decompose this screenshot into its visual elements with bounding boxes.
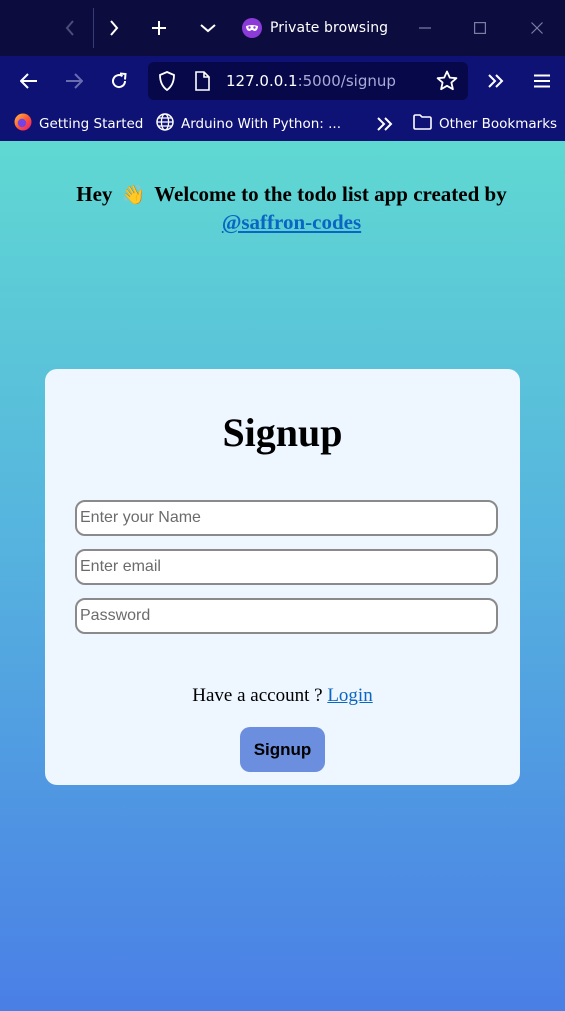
bookmarks-toolbar: Getting Started Arduino With Python: ...… xyxy=(0,106,565,141)
welcome-message: Hey 👋 Welcome to the todo list app creat… xyxy=(0,181,565,236)
bookmark-star-icon[interactable] xyxy=(436,70,458,95)
page-content: Hey 👋 Welcome to the todo list app creat… xyxy=(0,141,565,1011)
waving-hand-icon: 👋 xyxy=(121,184,146,206)
close-icon xyxy=(531,22,543,34)
double-chevron-right-icon xyxy=(488,74,504,88)
hamburger-menu-icon xyxy=(534,74,550,88)
arrow-left-icon xyxy=(20,73,37,89)
private-mask-icon xyxy=(242,18,262,38)
close-window-button[interactable] xyxy=(522,0,552,56)
minimize-button[interactable] xyxy=(410,0,440,56)
app-menu-button[interactable] xyxy=(523,56,561,106)
bookmarks-overflow-button[interactable] xyxy=(376,112,394,136)
url-path: :5000/signup xyxy=(297,72,396,90)
email-input[interactable] xyxy=(75,549,498,585)
reload-button[interactable] xyxy=(100,56,138,106)
arrow-right-icon xyxy=(66,73,83,89)
chevron-down-icon xyxy=(200,24,216,33)
url-text[interactable]: 127.0.0.1:5000/signup xyxy=(226,72,396,90)
author-link[interactable]: @saffron-codes xyxy=(222,210,361,234)
password-input[interactable] xyxy=(75,598,498,634)
have-account-text: Have a account ? xyxy=(192,685,323,706)
page-info-icon[interactable] xyxy=(194,71,210,95)
tab-scroll-left-button[interactable] xyxy=(52,0,88,56)
tab-scroll-right-button[interactable] xyxy=(98,0,130,56)
private-browsing-indicator: Private browsing xyxy=(242,17,388,39)
welcome-prefix: Hey xyxy=(76,182,113,206)
back-button[interactable] xyxy=(10,56,48,106)
bookmark-label: Getting Started xyxy=(39,116,144,132)
more-tools-button[interactable] xyxy=(477,56,515,106)
signup-button[interactable]: Signup xyxy=(240,727,325,772)
plus-icon xyxy=(152,21,166,35)
reload-icon xyxy=(112,72,127,89)
welcome-text: Welcome to the todo list app created by xyxy=(154,182,507,206)
globe-icon xyxy=(156,113,174,135)
signup-title: Signup xyxy=(222,410,343,455)
navigation-toolbar: 127.0.0.1:5000/signup xyxy=(0,56,565,106)
bookmark-label: Arduino With Python: ... xyxy=(181,116,341,132)
other-bookmarks-folder[interactable]: Other Bookmarks xyxy=(413,112,557,136)
name-input[interactable] xyxy=(75,500,498,536)
double-chevron-right-icon xyxy=(377,117,393,131)
minimize-icon xyxy=(419,27,431,29)
list-all-tabs-button[interactable] xyxy=(191,0,225,56)
tab-bar: Private browsing xyxy=(0,0,565,56)
bookmark-arduino-with-python[interactable]: Arduino With Python: ... xyxy=(156,112,341,136)
tracking-protection-shield-icon[interactable] xyxy=(158,71,176,95)
private-browsing-label: Private browsing xyxy=(270,20,389,36)
address-bar[interactable]: 127.0.0.1:5000/signup xyxy=(148,62,468,100)
login-link[interactable]: Login xyxy=(327,685,372,706)
forward-button[interactable] xyxy=(55,56,93,106)
have-account-line: Have a account ? Login xyxy=(45,685,520,707)
other-bookmarks-label: Other Bookmarks xyxy=(439,116,558,132)
new-tab-button[interactable] xyxy=(142,0,176,56)
url-host: 127.0.0.1 xyxy=(226,72,298,90)
maximize-icon xyxy=(474,22,486,34)
signup-card: Signup Have a account ? Login Signup xyxy=(45,369,520,785)
folder-icon xyxy=(413,114,432,134)
maximize-button[interactable] xyxy=(465,0,495,56)
chevron-right-icon xyxy=(110,20,119,36)
chevron-left-icon xyxy=(65,20,74,36)
firefox-icon xyxy=(14,113,32,135)
tab-divider xyxy=(93,8,94,48)
bookmark-getting-started[interactable]: Getting Started xyxy=(14,112,143,136)
